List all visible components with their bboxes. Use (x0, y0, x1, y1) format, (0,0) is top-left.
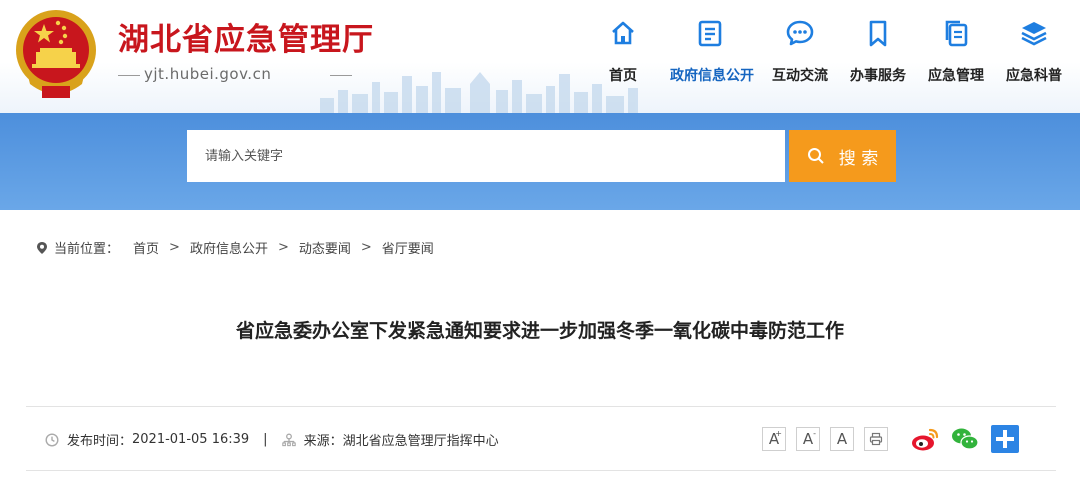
breadcrumb-separator: > (169, 240, 180, 255)
font-normal-label: A (836, 430, 848, 448)
national-emblem-logo (16, 10, 96, 98)
clock-icon (45, 432, 59, 447)
meta-divider-top (26, 406, 1056, 407)
nav-label: 应急管理 (928, 68, 984, 84)
font-smaller-button[interactable]: A - (796, 427, 820, 451)
site-title[interactable]: 湖北省应急管理厅 (118, 14, 374, 59)
print-button[interactable] (864, 427, 888, 451)
article-tools: A + A - A (762, 424, 1020, 454)
meta-separator: | (263, 432, 268, 447)
nav-item-emergency-science[interactable]: 应急科普 (994, 18, 1074, 85)
weibo-share-icon[interactable] (910, 424, 940, 454)
font-normal-button[interactable]: A (830, 427, 854, 451)
bookmark-icon (869, 20, 887, 47)
breadcrumb-separator: > (360, 240, 372, 255)
domain-divider-right (330, 75, 352, 76)
nav-item-interaction[interactable]: 互动交流 (760, 18, 840, 85)
chat-bubble-icon (786, 20, 814, 46)
document-icon (698, 20, 722, 47)
location-pin-icon (37, 241, 47, 254)
print-icon (869, 432, 883, 446)
domain-divider-left (118, 75, 140, 76)
layers-icon (1021, 22, 1047, 46)
search-icon (807, 148, 824, 164)
article-title: 省应急委办公室下发紧急通知要求进一步加强冬季一氧化碳中毒防范工作 (235, 320, 844, 342)
article-meta: 发布时间： 2021-01-05 16:39 | 来源： 湖北省应急管理厅指挥中… (45, 430, 499, 449)
search-band: 搜 索 (0, 113, 1080, 210)
breadcrumb-prefix: 当前位置： (54, 242, 120, 257)
search-button-label: 搜 索 (838, 148, 879, 169)
breadcrumb-gov-info-link[interactable]: 政府信息公开 (190, 238, 268, 257)
nav-label: 首页 (609, 68, 637, 84)
nav-item-home[interactable]: 首页 (583, 18, 663, 85)
nav-label: 互动交流 (772, 68, 828, 84)
breadcrumb-dept-news-link[interactable]: 省厅要闻 (382, 238, 434, 257)
published-label: 发布时间： (67, 434, 133, 449)
nav-label: 政府信息公开 (670, 68, 754, 84)
nav-item-emergency-management[interactable]: 应急管理 (916, 18, 996, 85)
search-input[interactable] (187, 130, 785, 182)
site-header: 湖北省应急管理厅 yjt.hubei.gov.cn 首页 政府信息公开 互动交流… (0, 0, 1080, 113)
font-larger-button[interactable]: A + (762, 427, 786, 451)
nav-item-services[interactable]: 办事服务 (838, 18, 918, 85)
more-share-plus-icon[interactable] (990, 424, 1020, 454)
breadcrumb-separator: > (277, 240, 289, 255)
nav-item-government-info[interactable]: 政府信息公开 (670, 18, 754, 85)
font-smaller-mark: - (813, 429, 816, 438)
meta-divider-bottom (26, 470, 1056, 471)
font-smaller-label: A (802, 430, 814, 448)
breadcrumb-news-link[interactable]: 动态要闻 (299, 238, 351, 257)
nav-label: 应急科普 (1006, 68, 1062, 84)
source-icon (281, 433, 296, 446)
font-larger-mark: + (775, 429, 782, 438)
source-value: 湖北省应急管理厅指挥中心 (342, 434, 499, 449)
breadcrumb-home-link[interactable]: 首页 (133, 238, 159, 257)
files-icon (945, 20, 968, 47)
site-domain: yjt.hubei.gov.cn (144, 65, 272, 83)
source-label: 来源： (303, 434, 343, 449)
article-panel: 当前位置： 首页 > 政府信息公开 > 动态要闻 > 省厅要闻 省应急委办公室下… (10, 210, 1070, 502)
wechat-share-icon[interactable] (950, 424, 980, 454)
nav-label: 办事服务 (850, 68, 906, 84)
home-icon (612, 21, 634, 45)
breadcrumb: 当前位置： 首页 > 政府信息公开 > 动态要闻 > 省厅要闻 (36, 238, 434, 257)
published-date: 2021-01-05 16:39 (132, 432, 250, 447)
search-button[interactable]: 搜 索 (789, 130, 896, 182)
